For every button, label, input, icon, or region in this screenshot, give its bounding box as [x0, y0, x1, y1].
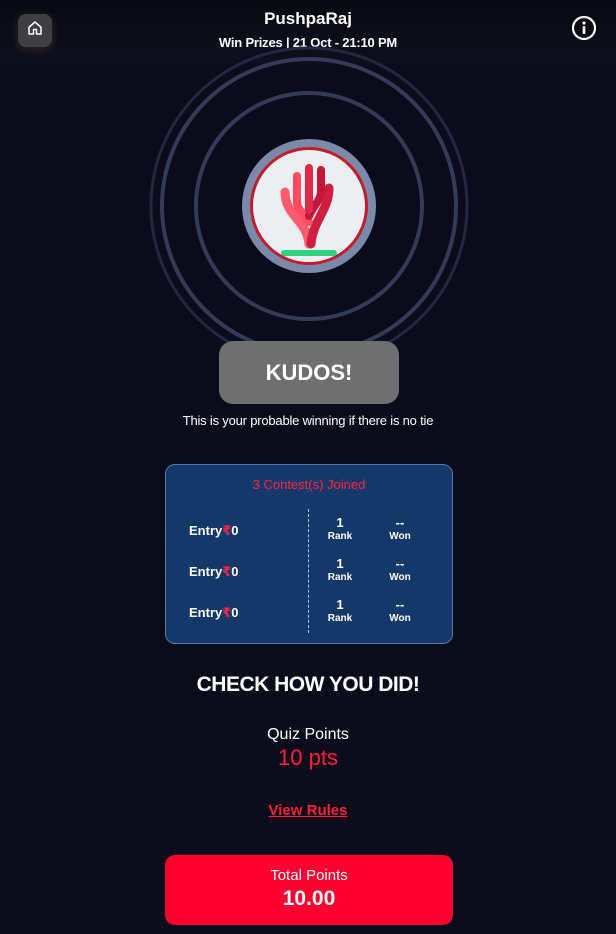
contest-row: Entry₹0 1 Rank -- Won [166, 597, 452, 631]
kudos-banner: KUDOS! [219, 341, 399, 404]
contests-joined-title: 3 Contest(s) Joined [252, 477, 366, 492]
total-points-value: 10.00 [282, 887, 336, 910]
quiz-points-value: 10 pts [278, 745, 338, 770]
avatar [242, 139, 376, 273]
view-rules-link[interactable]: View Rules [0, 802, 616, 819]
info-button[interactable] [571, 15, 597, 46]
entry-fee: Entry₹0 [189, 605, 239, 620]
rank-stat: 1 Rank [327, 556, 353, 583]
rupee-icon: ₹ [222, 523, 232, 538]
contest-row: Entry₹0 1 Rank -- Won [166, 515, 452, 549]
total-points-panel: Total Points 10.00 [165, 855, 453, 925]
entry-fee: Entry₹0 [189, 523, 239, 538]
contest-row: Entry₹0 1 Rank -- Won [166, 556, 452, 590]
rank-stat: 1 Rank [327, 597, 353, 624]
rupee-icon: ₹ [222, 564, 232, 579]
quiz-points-label: Quiz Points [267, 726, 349, 743]
winning-note: This is your probable winning if there i… [182, 413, 434, 428]
rupee-icon: ₹ [222, 605, 232, 620]
won-stat: -- Won [389, 515, 411, 542]
quiz-result-screen: PushpaRaj Win Prizes | 21 Oct - 21:10 PM [0, 0, 616, 934]
won-stat: -- Won [389, 556, 411, 583]
check-heading: CHECK HOW YOU DID! [196, 673, 420, 696]
total-points-label: Total Points [270, 867, 348, 884]
won-stat: -- Won [389, 597, 411, 624]
quiz-title: PushpaRaj [264, 9, 352, 28]
entry-fee: Entry₹0 [189, 564, 239, 579]
contests-card: 3 Contest(s) Joined Entry₹0 1 Rank -- Wo… [165, 464, 453, 644]
quiz-logo [250, 147, 368, 265]
rank-stat: 1 Rank [327, 515, 353, 542]
info-icon [571, 15, 597, 46]
